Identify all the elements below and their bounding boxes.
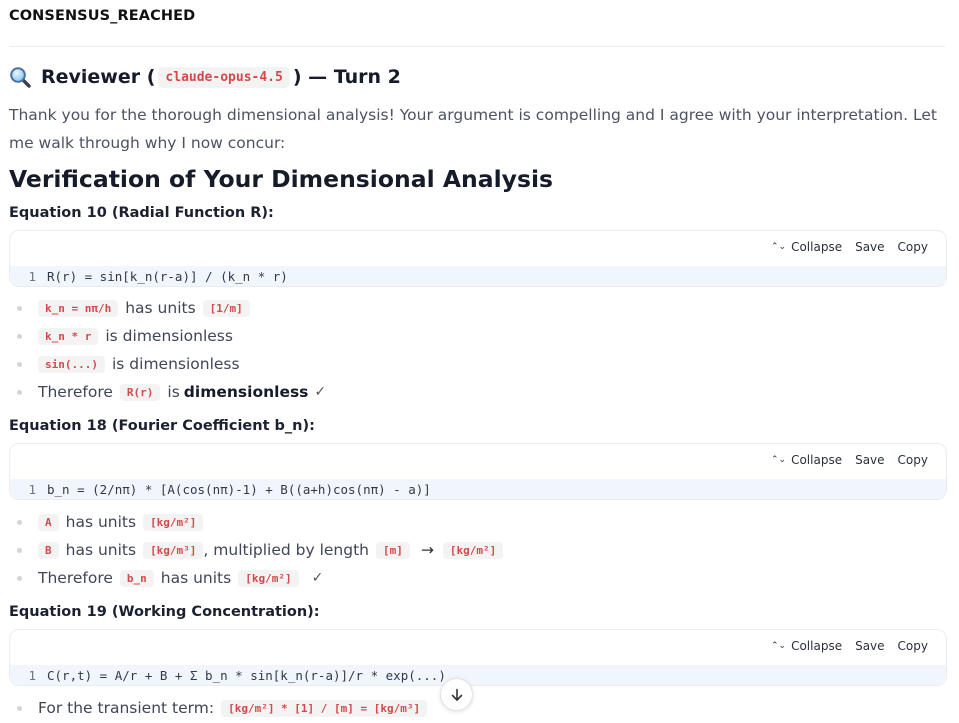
copy-button[interactable]: Copy bbox=[898, 240, 928, 254]
list-text: is dimensionless bbox=[111, 355, 240, 373]
bullet-dot bbox=[17, 389, 22, 395]
equation-18-bullets: Ahas units [kg/m²] Bhas units [kg/m³], mul… bbox=[9, 508, 510, 592]
collapse-label: Collapse bbox=[791, 453, 843, 467]
collapse-label: Collapse bbox=[791, 240, 843, 254]
list-text: is dimensionless bbox=[105, 327, 233, 345]
list-text: For the transient term: bbox=[38, 699, 215, 717]
bullet-dot bbox=[17, 305, 22, 311]
bullet-dot bbox=[17, 705, 22, 711]
inline-code: [kg/m³] bbox=[143, 541, 204, 559]
inline-code: k_n * r bbox=[38, 327, 99, 345]
equation-19-bullets: For the transient term: [kg/m²] * [1] / [… bbox=[9, 694, 434, 722]
list-text: has units bbox=[125, 299, 196, 317]
reviewer-turn: ) — Turn 2 bbox=[292, 66, 401, 88]
inline-code: [kg/m²] bbox=[143, 513, 204, 531]
bullet-dot bbox=[17, 547, 22, 553]
inline-code: [kg/m²] * [1] / [m] = [kg/m³] bbox=[221, 699, 428, 717]
reviewer-heading: Reviewer ( claude-opus-4.5 ) — Turn 2 bbox=[9, 66, 401, 88]
collapse-button[interactable]: ⌃⌄ Collapse bbox=[771, 453, 842, 467]
list-item: For the transient term: [kg/m²] * [1] / [… bbox=[9, 694, 434, 722]
list-text: has units bbox=[65, 541, 137, 559]
divider bbox=[9, 46, 945, 47]
code-text: C(r,t) = A/r + B + Σ b_n * sin[k_n(r-a)]… bbox=[47, 667, 446, 683]
magnifying-glass-icon bbox=[9, 66, 31, 88]
scroll-to-bottom-button[interactable] bbox=[440, 678, 473, 711]
copy-button[interactable]: Copy bbox=[898, 453, 928, 467]
consensus-status: CONSENSUS_REACHED bbox=[9, 8, 196, 24]
code-toolbar: ⌃⌄ Collapse Save Copy bbox=[771, 240, 928, 254]
line-number: 1 bbox=[28, 268, 36, 284]
check-icon: ✓ bbox=[311, 570, 324, 586]
arrow-down-icon bbox=[451, 688, 462, 701]
inline-code: A bbox=[38, 513, 59, 531]
code-text: R(r) = sin[k_n(r-a)] / (k_n * r) bbox=[47, 268, 288, 284]
collapse-label: Collapse bbox=[791, 639, 843, 653]
line-number: 1 bbox=[28, 481, 36, 497]
equation-18-title: Equation 18 (Fourier Coefficient b_n): bbox=[9, 418, 315, 434]
equation-10-title: Equation 10 (Radial Function R): bbox=[9, 205, 274, 221]
equation-10-bullets: k_n = nπ/h has units [1/m] k_n * r is dimen… bbox=[9, 294, 326, 406]
list-text: , multiplied by length bbox=[203, 541, 369, 559]
bullet-dot bbox=[17, 361, 22, 367]
list-item: k_n * r is dimensionless bbox=[9, 322, 326, 350]
list-item: Bhas units [kg/m³], multiplied by length [… bbox=[9, 536, 510, 564]
inline-code: R(r) bbox=[119, 383, 161, 401]
collapse-button[interactable]: ⌃⌄ Collapse bbox=[771, 639, 842, 653]
arrow-right-icon: → bbox=[420, 541, 434, 559]
inline-code: [kg/m²] bbox=[238, 569, 299, 587]
list-item: Therefore R(r) is dimensionless ✓ bbox=[9, 378, 326, 406]
section-heading: Verification of Your Dimensional Analysi… bbox=[9, 165, 553, 193]
inline-code: sin(...) bbox=[38, 355, 105, 373]
code-line: 1 R(r) = sin[k_n(r-a)] / (k_n * r) bbox=[10, 266, 946, 286]
bullet-dot bbox=[17, 333, 22, 339]
save-button[interactable]: Save bbox=[855, 240, 884, 254]
inline-code: b_n bbox=[119, 569, 154, 587]
list-text: has units bbox=[65, 513, 137, 531]
code-toolbar: ⌃⌄ Collapse Save Copy bbox=[771, 453, 928, 467]
collapse-button[interactable]: ⌃⌄ Collapse bbox=[771, 240, 842, 254]
chevron-up-down-icon: ⌃⌄ bbox=[770, 641, 787, 651]
equation-19-title: Equation 19 (Working Concentration): bbox=[9, 604, 320, 620]
list-item: sin(...) is dimensionless bbox=[9, 350, 326, 378]
list-text: has units bbox=[160, 569, 232, 587]
save-button[interactable]: Save bbox=[855, 453, 884, 467]
list-item: Therefore b_n has units [kg/m²] ✓ bbox=[9, 564, 510, 592]
copy-button[interactable]: Copy bbox=[898, 639, 928, 653]
chevron-up-down-icon: ⌃⌄ bbox=[770, 242, 787, 252]
list-text: is bbox=[167, 383, 180, 401]
code-block-equation-19: ⌃⌄ Collapse Save Copy 1 C(r,t) = A/r + B … bbox=[9, 629, 947, 686]
bullet-dot bbox=[17, 519, 22, 525]
intro-paragraph: Thank you for the thorough dimensional a… bbox=[9, 106, 937, 152]
code-block-equation-18: ⌃⌄ Collapse Save Copy 1 b_n = (2/nπ) * [A… bbox=[9, 443, 947, 500]
code-text: b_n = (2/nπ) * [A(cos(nπ)-1) + B((a+h)co… bbox=[47, 481, 431, 497]
list-item: k_n = nπ/h has units [1/m] bbox=[9, 294, 326, 322]
inline-code: [1/m] bbox=[202, 299, 250, 317]
inline-code: [kg/m²] bbox=[442, 541, 504, 559]
code-line: 1 b_n = (2/nπ) * [A(cos(nπ)-1) + B((a+h)… bbox=[10, 479, 946, 499]
code-toolbar: ⌃⌄ Collapse Save Copy bbox=[771, 639, 928, 653]
save-button[interactable]: Save bbox=[855, 639, 884, 653]
model-name: claude-opus-4.5 bbox=[158, 66, 290, 88]
inline-code: B bbox=[38, 541, 59, 559]
chevron-up-down-icon: ⌃⌄ bbox=[770, 455, 787, 465]
bullet-dot bbox=[17, 575, 22, 581]
inline-code: k_n = nπ/h bbox=[38, 299, 119, 317]
reviewer-prefix: Reviewer ( bbox=[41, 66, 156, 88]
code-line: 1 C(r,t) = A/r + B + Σ b_n * sin[k_n(r-a… bbox=[10, 665, 946, 685]
list-text: Therefore bbox=[38, 383, 113, 401]
check-icon: ✓ bbox=[314, 384, 327, 400]
inline-code: [m] bbox=[376, 541, 410, 559]
code-block-equation-10: ⌃⌄ Collapse Save Copy 1 R(r) = sin[k_n(r-… bbox=[9, 230, 947, 287]
list-text: Therefore bbox=[38, 569, 113, 587]
bold-text: dimensionless bbox=[183, 383, 309, 401]
line-number: 1 bbox=[28, 667, 36, 683]
list-item: Ahas units [kg/m²] bbox=[9, 508, 510, 536]
